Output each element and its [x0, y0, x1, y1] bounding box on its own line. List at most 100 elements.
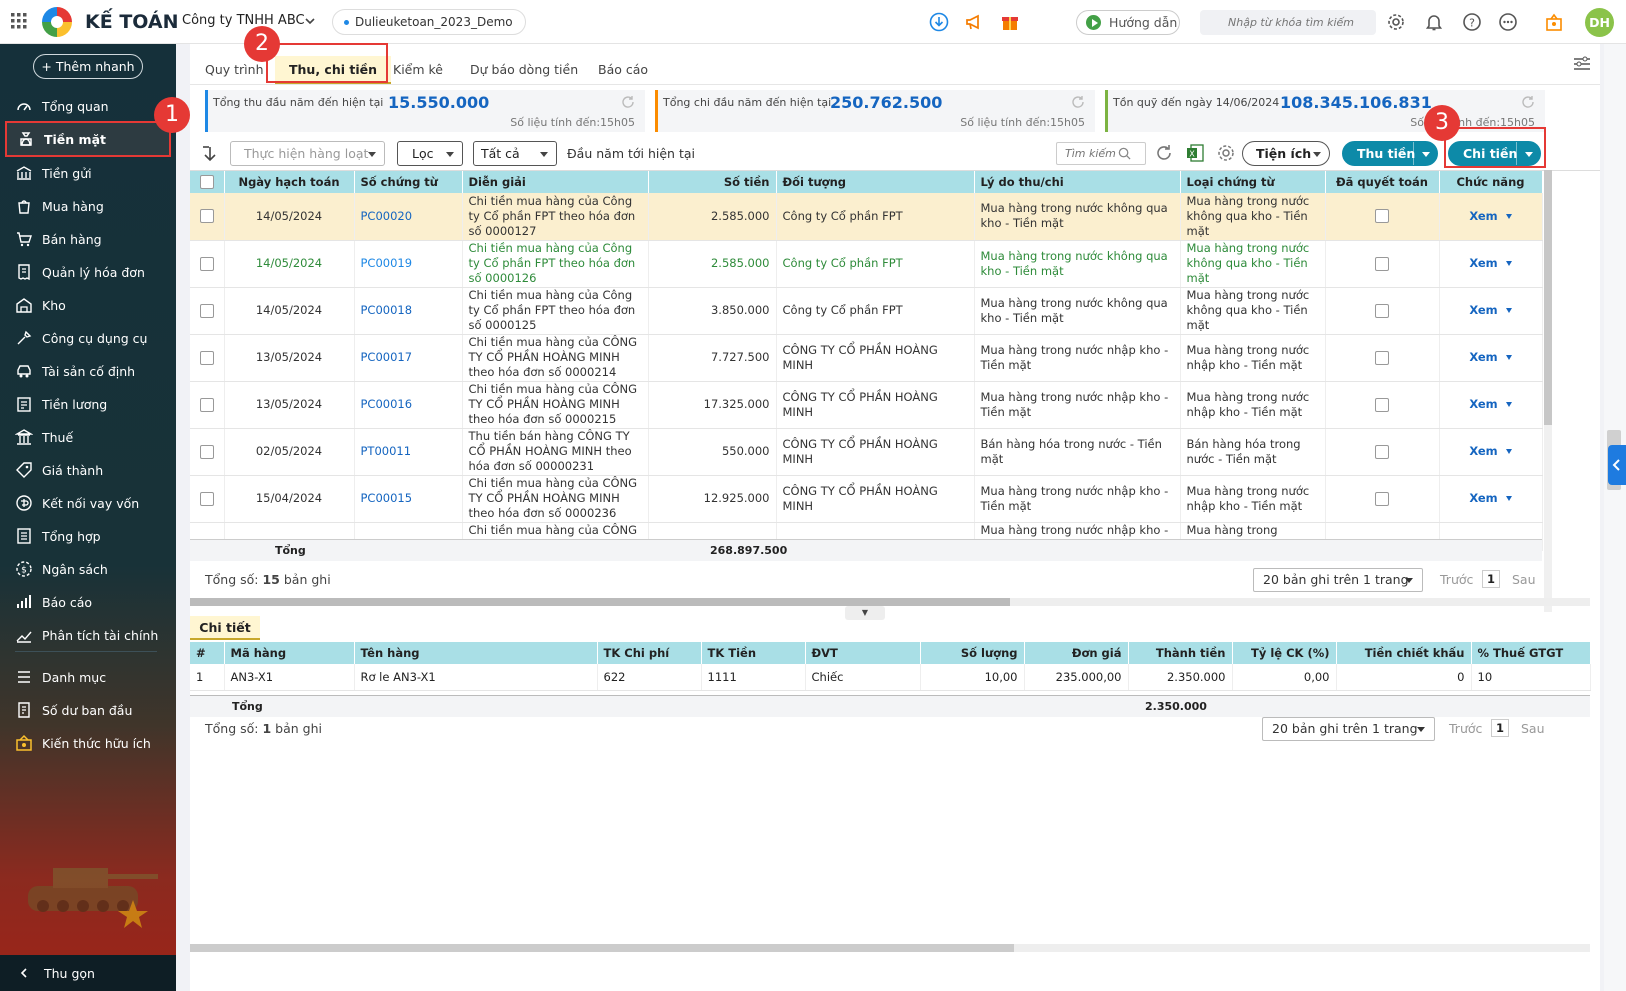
sidebar-item[interactable]: Mua hàng: [0, 190, 176, 222]
row-checkbox[interactable]: [199, 491, 214, 506]
view-action-button[interactable]: Xem: [1469, 397, 1511, 411]
sidebar-item[interactable]: Tiền gửi: [0, 157, 176, 189]
cell-doc-number-link[interactable]: PC00017: [354, 334, 463, 382]
receipt-dropdown-toggle[interactable]: [1413, 142, 1437, 165]
view-action-button[interactable]: Xem: [1469, 256, 1511, 270]
detail-col-header[interactable]: Mã hàng: [224, 642, 355, 664]
apps-grid-icon[interactable]: [11, 13, 27, 29]
col-header[interactable]: Lý do thu/chi: [974, 171, 1181, 193]
table-row[interactable]: 15/04/2024 PC00015 Chi tiền mua hàng của C…: [190, 475, 1543, 523]
tab-cashflow-forecast[interactable]: Dự báo dòng tiền: [470, 56, 578, 84]
status-select[interactable]: Tất cả: [473, 141, 557, 166]
row-checkbox[interactable]: [199, 256, 214, 271]
detail-col-header[interactable]: ĐVT: [805, 642, 921, 664]
detail-col-header[interactable]: Tên hàng: [354, 642, 598, 664]
filter-button[interactable]: Lọc: [397, 141, 463, 166]
settled-checkbox[interactable]: [1375, 303, 1389, 318]
current-page[interactable]: 1: [1482, 570, 1500, 588]
excel-export-icon[interactable]: X: [1185, 143, 1205, 163]
detail-current-page[interactable]: 1: [1491, 719, 1509, 737]
refresh-icon[interactable]: [1071, 95, 1085, 109]
user-avatar[interactable]: DH: [1585, 8, 1614, 37]
col-header[interactable]: Loại chứng từ: [1180, 171, 1326, 193]
sidebar-item[interactable]: Công cụ dụng cụ: [0, 322, 176, 354]
detail-col-header[interactable]: Tỷ lệ CK (%): [1232, 642, 1337, 664]
detail-col-header[interactable]: Đơn giá: [1024, 642, 1129, 664]
lightbulb-icon[interactable]: [1544, 12, 1564, 32]
refresh-icon[interactable]: [621, 95, 635, 109]
detail-page-size-select[interactable]: 20 bản ghi trên 1 trang: [1262, 717, 1435, 741]
settled-checkbox[interactable]: [1375, 209, 1389, 224]
tab-reports[interactable]: Báo cáo: [598, 56, 648, 84]
sidebar-item[interactable]: Danh mục: [0, 661, 176, 693]
tab-detail[interactable]: Chi tiết: [190, 616, 260, 640]
row-checkbox[interactable]: [199, 444, 214, 459]
sidebar-item[interactable]: Tổng hợp: [0, 520, 176, 552]
quick-add-button[interactable]: + Thêm nhanh: [33, 54, 143, 79]
detail-col-header[interactable]: TK Tiền: [701, 642, 806, 664]
view-action-button[interactable]: Xem: [1469, 350, 1511, 364]
sidebar-item[interactable]: Thuế: [0, 421, 176, 453]
sort-arrow-icon[interactable]: [202, 145, 218, 163]
table-row[interactable]: 02/05/2024 PT00011 Thu tiền bán hàng CÔNG …: [190, 428, 1543, 476]
detail-col-header[interactable]: Số lượng: [920, 642, 1025, 664]
table-row[interactable]: 14/05/2024 PC00018 Chi tiền mua hàng của C…: [190, 287, 1543, 335]
bell-icon[interactable]: [1424, 12, 1444, 32]
gift-icon[interactable]: [1000, 12, 1020, 32]
sidebar-item[interactable]: Kết nối vay vốn: [0, 487, 176, 519]
select-all-checkbox[interactable]: [199, 175, 214, 190]
more-icon[interactable]: [1498, 12, 1518, 32]
help-icon[interactable]: ?: [1462, 12, 1482, 32]
detail-col-header[interactable]: % Thuế GTGT: [1471, 642, 1591, 664]
guide-button[interactable]: Hướng dẫn: [1076, 10, 1180, 35]
collapse-sidebar-button[interactable]: Thu gọn: [0, 955, 176, 991]
view-action-button[interactable]: Xem: [1469, 303, 1511, 317]
col-header[interactable]: Số tiền: [648, 171, 777, 193]
table-row[interactable]: 13/05/2024 PC00017 Chi tiền mua hàng của C…: [190, 334, 1543, 382]
layout-settings-icon[interactable]: [1573, 56, 1591, 72]
view-action-button[interactable]: Xem: [1469, 491, 1511, 505]
sidebar-item[interactable]: Quản lý hóa đơn: [0, 256, 176, 288]
settings-gear-icon[interactable]: [1386, 12, 1406, 32]
sidebar-item[interactable]: Kiến thức hữu ích: [0, 727, 176, 759]
download-icon[interactable]: [929, 12, 949, 32]
detail-col-header[interactable]: Tiền chiết khấu: [1336, 642, 1472, 664]
detail-prev-page-button[interactable]: Trước: [1449, 721, 1482, 736]
database-selector[interactable]: Dulieuketoan_2023_Demo: [332, 9, 526, 35]
col-header[interactable]: Số chứng từ: [354, 171, 463, 193]
detail-col-header[interactable]: Thành tiền: [1128, 642, 1233, 664]
settled-checkbox[interactable]: [1375, 350, 1389, 365]
detail-row[interactable]: 1 AN3-X1 Rơ le AN3-X1 622 1111 Chiếc 10,00 235.…: [190, 664, 1591, 691]
side-panel-toggle[interactable]: [1608, 445, 1626, 485]
grid-horizontal-scroll-thumb[interactable]: [190, 598, 1010, 606]
sidebar-item[interactable]: $ Ngân sách: [0, 553, 176, 585]
sidebar-item[interactable]: Tài sản cố định: [0, 355, 176, 387]
receipt-button[interactable]: Thu tiền: [1342, 141, 1438, 166]
chevron-down-icon[interactable]: [304, 15, 316, 27]
detail-next-page-button[interactable]: Sau: [1521, 721, 1545, 736]
megaphone-icon[interactable]: [964, 12, 984, 32]
table-row[interactable]: 14/05/2024 PC00019 Chi tiền mua hàng của C…: [190, 240, 1543, 288]
panel-splitter-handle[interactable]: ▼: [845, 606, 885, 620]
table-row[interactable]: 13/05/2024 PC00016 Chi tiền mua hàng của C…: [190, 381, 1543, 429]
settled-checkbox[interactable]: [1375, 256, 1389, 271]
sidebar-item[interactable]: Tiền lương: [0, 388, 176, 420]
period-selector[interactable]: Đầu năm tới hiện tại: [567, 146, 695, 161]
row-checkbox[interactable]: [199, 209, 214, 224]
settled-checkbox[interactable]: [1375, 444, 1389, 459]
sidebar-item[interactable]: Tiền mặt: [5, 121, 171, 157]
detail-col-header[interactable]: #: [190, 642, 225, 664]
sidebar-item[interactable]: Số dư ban đầu: [0, 694, 176, 726]
settled-checkbox[interactable]: [1375, 491, 1389, 506]
next-page-button[interactable]: Sau: [1512, 572, 1536, 587]
sidebar-item[interactable]: Tổng quan: [0, 90, 176, 122]
refresh-icon[interactable]: [1154, 143, 1174, 163]
cell-doc-number-link[interactable]: PC00020: [354, 193, 463, 241]
row-checkbox[interactable]: [199, 303, 214, 318]
batch-action-dropdown[interactable]: Thực hiện hàng loạt: [230, 141, 385, 166]
grid-settings-gear-icon[interactable]: [1216, 143, 1236, 163]
col-header[interactable]: Diễn giải: [462, 171, 649, 193]
tab-stocktake[interactable]: Kiểm kê: [393, 56, 443, 84]
col-header[interactable]: Ngày hạch toán: [224, 171, 355, 193]
company-selector[interactable]: Công ty TNHH ABC: [182, 13, 305, 28]
